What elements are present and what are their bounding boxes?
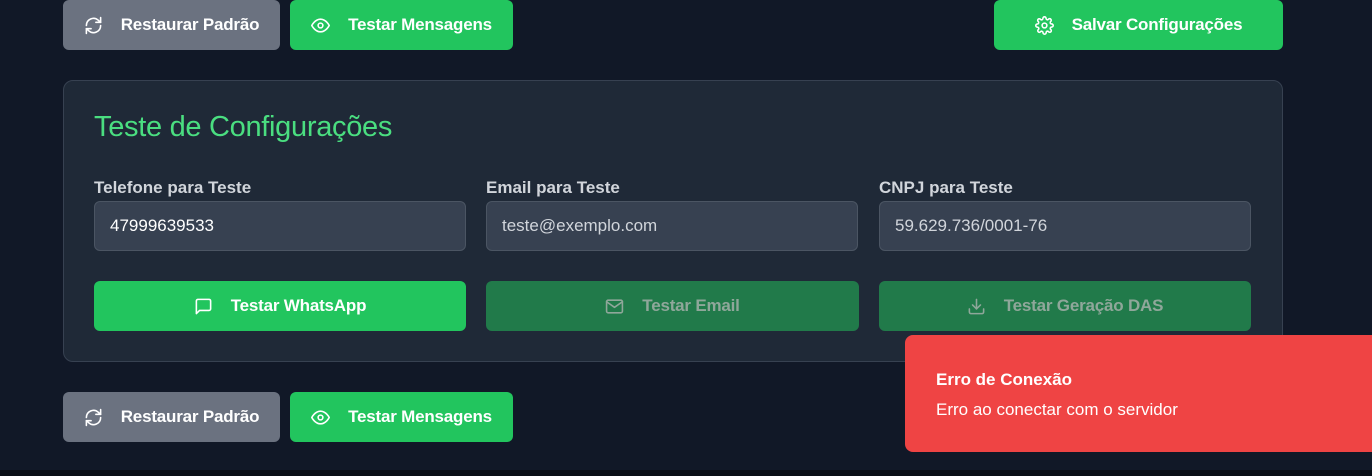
card-title: Teste de Configurações (94, 111, 393, 143)
test-das-button[interactable]: Testar Geração DAS (879, 281, 1251, 331)
eye-icon (311, 409, 331, 425)
settings-page: Restaurar Padrão Testar Mensagens Salvar… (0, 0, 1372, 476)
test-messages-label: Testar Mensagens (348, 15, 492, 34)
phone-input[interactable] (94, 201, 466, 251)
reset-defaults-label: Restaurar Padrão (120, 15, 260, 34)
email-input[interactable] (486, 201, 858, 251)
phone-field-label: Telefone para Teste (94, 178, 252, 197)
cnpj-field-label: CNPJ para Teste (879, 178, 1013, 197)
test-settings-card: Teste de Configurações Telefone para Tes… (63, 80, 1283, 362)
test-messages-button-bottom[interactable]: Testar Mensagens (290, 392, 513, 442)
page-footer-edge (0, 470, 1372, 476)
mail-icon (606, 298, 624, 314)
test-whatsapp-label: Testar WhatsApp (230, 296, 367, 315)
refresh-icon (85, 16, 102, 34)
test-das-label: Testar Geração DAS (1003, 296, 1164, 315)
reset-defaults-button[interactable]: Restaurar Padrão (63, 0, 280, 50)
reset-defaults-button-bottom[interactable]: Restaurar Padrão (63, 392, 280, 442)
gear-icon (1034, 15, 1054, 35)
test-messages-button[interactable]: Testar Mensagens (290, 0, 513, 50)
eye-icon (311, 17, 331, 33)
toast-title: Erro de Conexão (936, 370, 1073, 389)
message-square-icon (195, 298, 212, 314)
test-email-label: Testar Email (642, 296, 740, 315)
reset-defaults-label: Restaurar Padrão (120, 407, 260, 426)
test-messages-label: Testar Mensagens (348, 407, 492, 426)
toast-message: Erro ao conectar com o servidor (936, 400, 1178, 419)
test-whatsapp-button[interactable]: Testar WhatsApp (94, 281, 466, 331)
refresh-icon (85, 408, 102, 426)
save-settings-label: Salvar Configurações (1071, 15, 1243, 34)
email-field-label: Email para Teste (486, 178, 620, 197)
error-toast[interactable]: Erro de Conexão Erro ao conectar com o s… (905, 335, 1372, 452)
save-settings-button[interactable]: Salvar Configurações (994, 0, 1283, 50)
cnpj-input[interactable] (879, 201, 1251, 251)
test-email-button[interactable]: Testar Email (486, 281, 859, 331)
download-icon (968, 298, 985, 314)
